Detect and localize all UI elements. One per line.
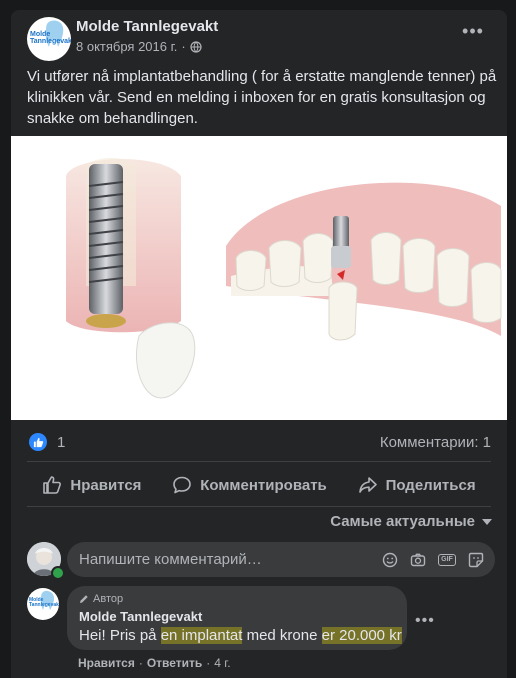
like-button-label: Нравится	[70, 476, 142, 494]
like-count: 1	[57, 433, 66, 451]
author-tag-label: Автор	[93, 593, 124, 605]
share-arrow-icon	[358, 477, 377, 493]
comment-highlight: en implantat	[160, 627, 243, 644]
comment-options-icon[interactable]: •••	[415, 612, 435, 630]
post-text: Vi utfører nå implantatbehandling ( for …	[27, 68, 497, 127]
comment-text: Hei! Pris på en implantat med krone er 2…	[79, 627, 402, 644]
pencil-icon	[80, 595, 88, 603]
separator: ·	[138, 656, 143, 670]
gif-icon[interactable]: GIF	[437, 551, 457, 569]
sticker-icon[interactable]	[467, 551, 485, 569]
like-reaction-icon	[29, 433, 47, 451]
share-button[interactable]: Поделиться	[358, 475, 476, 495]
emoji-icon[interactable]	[381, 551, 399, 569]
camera-icon[interactable]	[409, 551, 427, 569]
post-meta: 8 октября 2016 г. ·	[76, 39, 202, 54]
post-actions-bar: Нравится Комментировать Поделиться	[27, 467, 491, 503]
share-button-label: Поделиться	[385, 476, 476, 494]
divider	[27, 461, 491, 462]
comment-like-link[interactable]: Нравится	[78, 656, 135, 670]
gif-label: GIF	[438, 553, 456, 566]
comment-text-part: med krone	[242, 627, 322, 644]
commenter-avatar[interactable]: Molde Tannlegevakt	[27, 588, 59, 620]
sort-label: Самые актуальные	[330, 513, 475, 530]
page-name-link[interactable]: Molde Tannlegevakt	[76, 18, 218, 35]
comment-input[interactable]: Напишите комментарий… GIF	[67, 542, 495, 577]
post-card: Molde Tannlegevakt Molde Tannlegevakt 8 …	[11, 10, 507, 678]
comment-input-tools: GIF	[381, 551, 485, 569]
comment-sort-dropdown[interactable]: Самые актуальные	[330, 513, 493, 530]
author-badge: Автор	[79, 593, 123, 605]
reactions-summary[interactable]: 1	[29, 433, 65, 451]
comment-reply-link[interactable]: Ответить	[147, 656, 202, 670]
post-options-icon[interactable]: •••	[459, 22, 487, 44]
comment-input-placeholder: Напишите комментарий…	[79, 551, 262, 568]
commenter-name[interactable]: Molde Tannlegevakt	[79, 609, 202, 624]
comment-button[interactable]: Комментировать	[172, 475, 327, 495]
comment-text-part: Hei! Pris på	[79, 627, 161, 644]
meta-separator: ·	[181, 39, 186, 54]
page-avatar[interactable]: Molde Tannlegevakt	[27, 17, 71, 61]
online-status-dot	[51, 566, 65, 580]
comment-button-label: Комментировать	[200, 476, 327, 494]
comment-actions: Нравится · Ответить · 4 г.	[78, 656, 231, 670]
comment-count-link[interactable]: Комментарии: 1	[380, 434, 491, 451]
page-logo-text: Molde Tannlegevakt	[30, 31, 71, 45]
caret-down-icon	[482, 518, 492, 525]
dental-implant-illustration	[66, 158, 502, 399]
comment-highlight: er 20.000 kr	[321, 627, 402, 644]
comment-bubble-icon	[173, 476, 192, 494]
post-date[interactable]: 8 октября 2016 г.	[76, 39, 177, 54]
comment-bubble: Автор Molde Tannlegevakt Hei! Pris på en…	[67, 586, 407, 650]
post-image[interactable]	[11, 136, 507, 420]
like-button[interactable]: Нравится	[42, 475, 141, 495]
comment-time[interactable]: 4 г.	[214, 656, 230, 670]
thumbs-up-icon	[43, 476, 62, 494]
globe-icon	[190, 40, 202, 53]
divider	[27, 506, 491, 507]
separator: ·	[206, 656, 211, 670]
commenter-logo-text: Molde Tannlegevakt	[29, 597, 59, 608]
